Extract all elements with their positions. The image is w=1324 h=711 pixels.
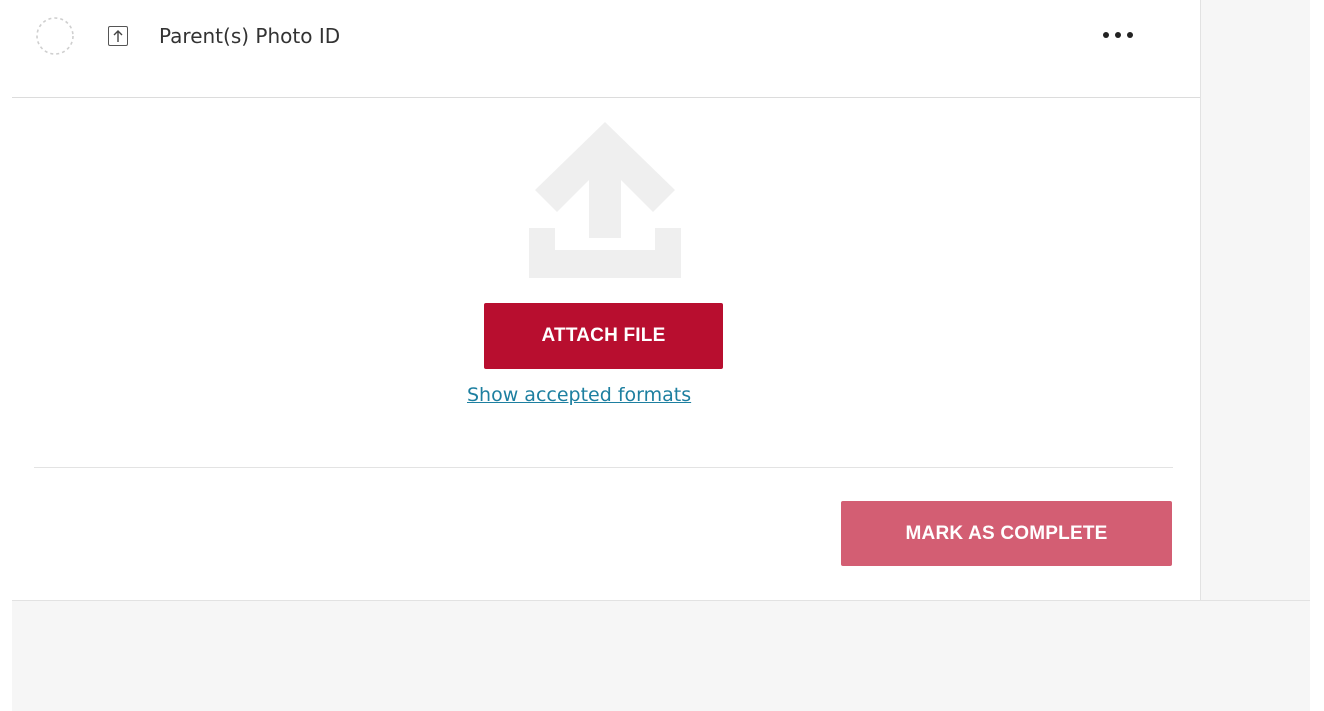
show-accepted-formats-link[interactable]: Show accepted formats (467, 384, 691, 406)
divider (34, 467, 1173, 468)
page-background-bottom (12, 600, 1310, 711)
task-header[interactable]: Parent(s) Photo ID (12, 0, 1200, 98)
upload-icon (108, 26, 128, 46)
task-card: Parent(s) Photo ID ATTACH FILE Show acce… (12, 0, 1200, 600)
upload-tray-icon (529, 122, 681, 278)
task-title: Parent(s) Photo ID (159, 24, 341, 48)
more-options-icon[interactable] (1103, 30, 1133, 40)
mark-as-complete-button[interactable]: MARK AS COMPLETE (841, 501, 1172, 566)
dashed-circle-icon (36, 17, 74, 55)
attach-file-button[interactable]: ATTACH FILE (484, 303, 723, 369)
page-edge (1310, 0, 1324, 711)
